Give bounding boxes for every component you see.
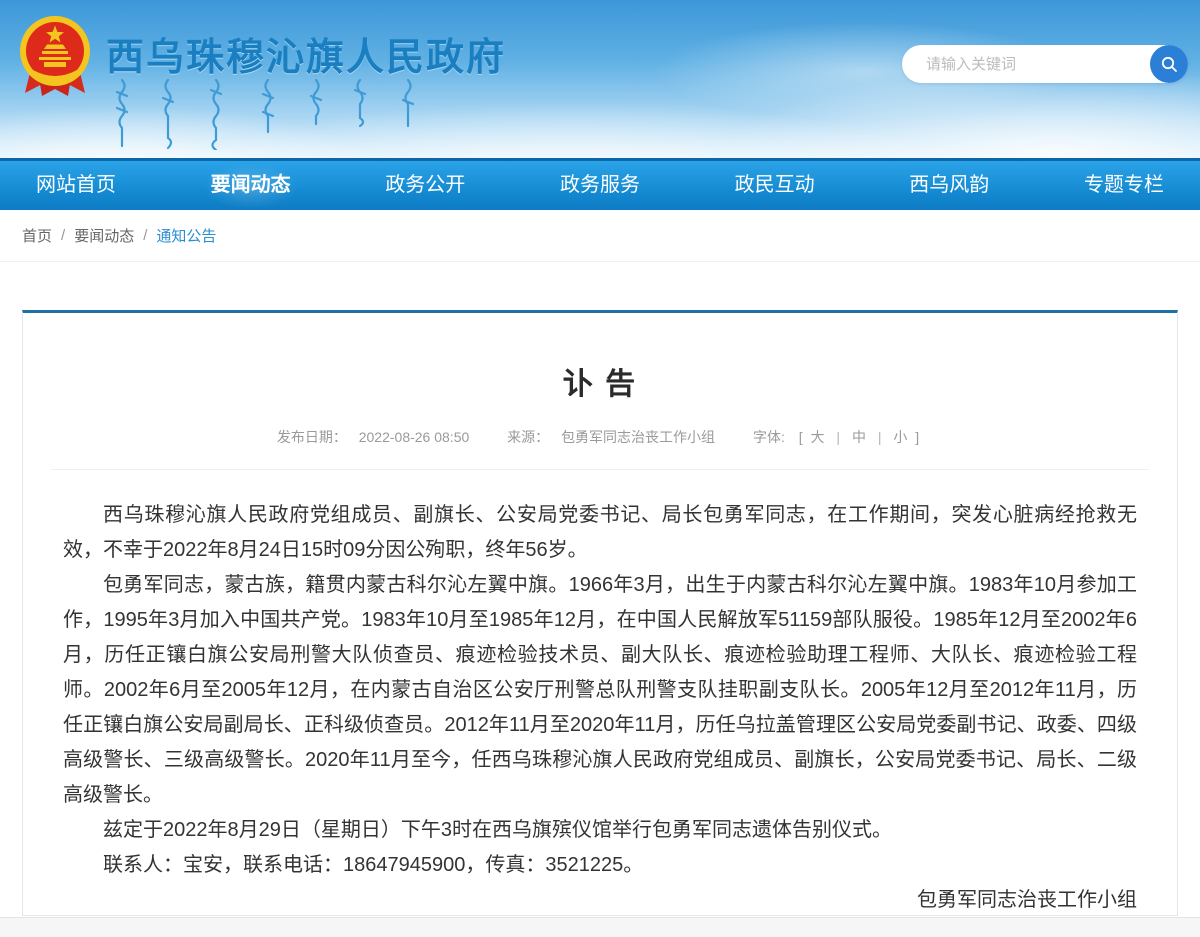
breadcrumb-separator: /: [61, 227, 65, 244]
font-size-small-button[interactable]: 小: [893, 429, 907, 445]
nav-item-gov-services[interactable]: 政务服务: [554, 161, 646, 210]
nav-item-gov-affairs[interactable]: 政务公开: [379, 161, 471, 210]
font-size-large-button[interactable]: 大: [811, 429, 825, 445]
national-emblem-logo[interactable]: [18, 14, 92, 100]
breadcrumb-notices[interactable]: 通知公告: [156, 225, 216, 246]
nav-item-news[interactable]: 要闻动态: [205, 161, 297, 210]
article-signature: 包勇军同志治丧工作小组: [63, 883, 1137, 916]
article-paragraph: 西乌珠穆沁旗人民政府党组成员、副旗长、公安局党委书记、局长包勇军同志，在工作期间…: [63, 498, 1137, 568]
font-size-medium-button[interactable]: 中: [852, 429, 866, 445]
article-title: 讣 告: [23, 359, 1177, 403]
site-title[interactable]: 西乌珠穆沁旗人民政府: [106, 26, 506, 81]
site-header: 西乌珠穆沁旗人民政府: [0, 0, 1200, 158]
publish-date-label: 发布日期：: [277, 429, 347, 445]
breadcrumb-home[interactable]: 首页: [22, 225, 52, 246]
source-label: 来源：: [507, 429, 549, 445]
page-footer-strip: [0, 917, 1200, 937]
article-paragraph: 联系人：宝安，联系电话：18647945900，传真：3521225。: [63, 848, 1137, 883]
article-card: 讣 告 发布日期： 2022-08-26 08:50 来源： 包勇军同志治丧工作…: [22, 310, 1178, 916]
font-pipe: |: [878, 429, 882, 445]
article-meta: 发布日期： 2022-08-26 08:50 来源： 包勇军同志治丧工作小组 字…: [23, 427, 1177, 447]
article-paragraph: 包勇军同志，蒙古族，籍贯内蒙古科尔沁左翼中旗。1966年3月，出生于内蒙古科尔沁…: [63, 568, 1137, 813]
search-input[interactable]: [924, 45, 1134, 83]
national-emblem-icon: [18, 14, 92, 100]
font-pipe: |: [836, 429, 840, 445]
article-body: 西乌珠穆沁旗人民政府党组成员、副旗长、公安局党委书记、局长包勇军同志，在工作期间…: [23, 470, 1177, 916]
publish-date-value: 2022-08-26 08:50: [359, 429, 470, 445]
nav-item-special-topics[interactable]: 专题专栏: [1078, 161, 1170, 210]
main-nav: 网站首页 要闻动态 政务公开 政务服务 政民互动 西乌风韵 专题专栏: [0, 158, 1200, 210]
search-button[interactable]: [1150, 45, 1188, 83]
nav-item-interaction[interactable]: 政民互动: [729, 161, 821, 210]
source-value: 包勇军同志治丧工作小组: [561, 429, 715, 445]
nav-item-local-culture[interactable]: 西乌风韵: [903, 161, 995, 210]
breadcrumb-separator: /: [143, 227, 147, 244]
font-size-label: 字体:: [753, 429, 785, 445]
nav-item-home[interactable]: 网站首页: [30, 161, 122, 210]
breadcrumb: 首页 / 要闻动态 / 通知公告: [0, 210, 1200, 262]
font-bracket-close: ]: [915, 429, 919, 445]
breadcrumb-news[interactable]: 要闻动态: [74, 225, 134, 246]
article-paragraph: 兹定于2022年8月29日（星期日）下午3时在西乌旗殡仪馆举行包勇军同志遗体告别…: [63, 813, 1137, 848]
search-icon: [1160, 55, 1178, 73]
mongolian-script-subtitle: [116, 78, 416, 155]
search-box: [902, 45, 1188, 83]
font-bracket-open: [: [799, 429, 803, 445]
